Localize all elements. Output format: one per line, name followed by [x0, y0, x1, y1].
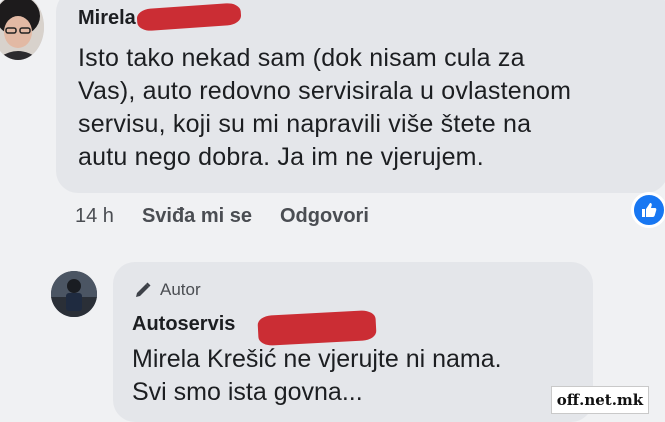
reply-line: Mirela Krešić ne vjerujte ni nama.	[132, 345, 502, 373]
comment-line: servisu, koji su mi napravili više štete…	[78, 110, 532, 138]
author-badge: Autor	[134, 280, 201, 300]
comment-author[interactable]: Mirela	[78, 7, 136, 30]
reply-line: Svi smo ista govna...	[132, 378, 363, 406]
redaction-mark	[257, 309, 377, 347]
comment-time[interactable]: 14 h	[75, 205, 114, 228]
reply-text: Mirela Krešić ne vjerujte ni nama. Svi s…	[132, 343, 502, 409]
watermark: off.net.mk	[551, 386, 649, 414]
comment-actions: 14 h Sviđa mi se Odgovori	[75, 205, 369, 228]
comment-line: Vas), auto redovno servisirala u ovlaste…	[78, 77, 572, 105]
avatar[interactable]	[51, 271, 97, 317]
reply-author[interactable]: Autoservis	[132, 313, 235, 336]
comment-text: Isto tako nekad sam (dok nisam cula za V…	[78, 42, 648, 174]
like-button[interactable]: Sviđa mi se	[142, 205, 252, 228]
comment-line: Isto tako nekad sam (dok nisam cula za	[78, 44, 525, 72]
author-badge-label: Autor	[160, 280, 201, 299]
thumbs-up-icon	[642, 203, 657, 217]
like-reaction-badge[interactable]	[631, 192, 665, 228]
pencil-icon	[136, 282, 151, 297]
reply-button[interactable]: Odgovori	[280, 205, 369, 228]
comment-line: autu nego dobra. Ja im ne vjerujem.	[78, 143, 484, 171]
avatar[interactable]	[0, 0, 44, 60]
